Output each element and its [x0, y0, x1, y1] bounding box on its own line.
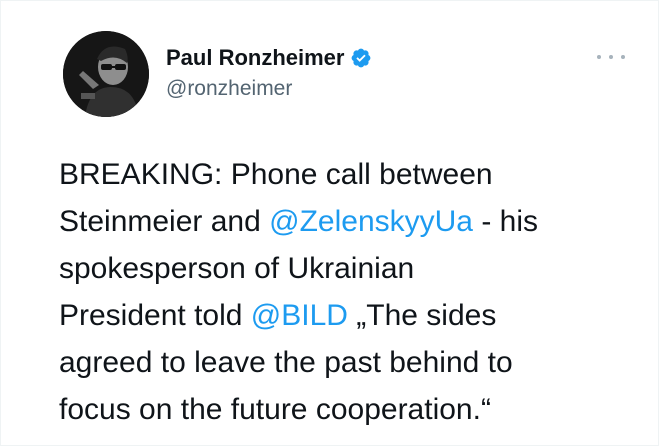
more-dot: [609, 55, 613, 59]
tweet-text: BREAKING: Phone call between Steinmeier a…: [59, 151, 649, 433]
more-dot: [597, 55, 601, 59]
author-name-row: Paul Ronzheimer: [166, 43, 372, 73]
verified-badge-icon: [352, 48, 371, 68]
tweet-text-segment: Steinmeier and: [59, 205, 270, 238]
tweet-text-segment: spokesperson of Ukrainian: [59, 252, 415, 285]
more-options-icon[interactable]: [597, 49, 625, 65]
tweet-text-segment: President told: [59, 299, 251, 332]
tweet-card: Paul Ronzheimer @ronzheimer BREAKING: Ph…: [0, 0, 659, 446]
tweet-text-line: President told @BILD „The sides: [59, 292, 649, 339]
tweet-text-segment: BREAKING: Phone call between: [59, 158, 493, 191]
tweet-text-segment: - his: [472, 205, 538, 238]
tweet-text-line: spokesperson of Ukrainian: [59, 245, 649, 292]
tweet-text-segment: focus on the future cooperation.“: [59, 393, 491, 426]
tweet-text-line: Steinmeier and @ZelenskyyUa - his: [59, 198, 649, 245]
avatar[interactable]: [63, 31, 149, 117]
more-dot: [621, 55, 625, 59]
author-name[interactable]: Paul Ronzheimer: [166, 45, 344, 71]
tweet-text-segment: agreed to leave the past behind to: [59, 346, 513, 379]
tweet-text-line: focus on the future cooperation.“: [59, 386, 649, 433]
author-handle[interactable]: @ronzheimer: [166, 77, 292, 101]
mention-link[interactable]: @ZelenskyyUa: [269, 205, 473, 238]
tweet-text-line: BREAKING: Phone call between: [59, 151, 649, 198]
mention-link[interactable]: @BILD: [251, 299, 348, 332]
tweet-text-segment: „The sides: [347, 299, 497, 332]
tweet-text-line: agreed to leave the past behind to: [59, 339, 649, 386]
avatar-photo: [63, 31, 149, 117]
